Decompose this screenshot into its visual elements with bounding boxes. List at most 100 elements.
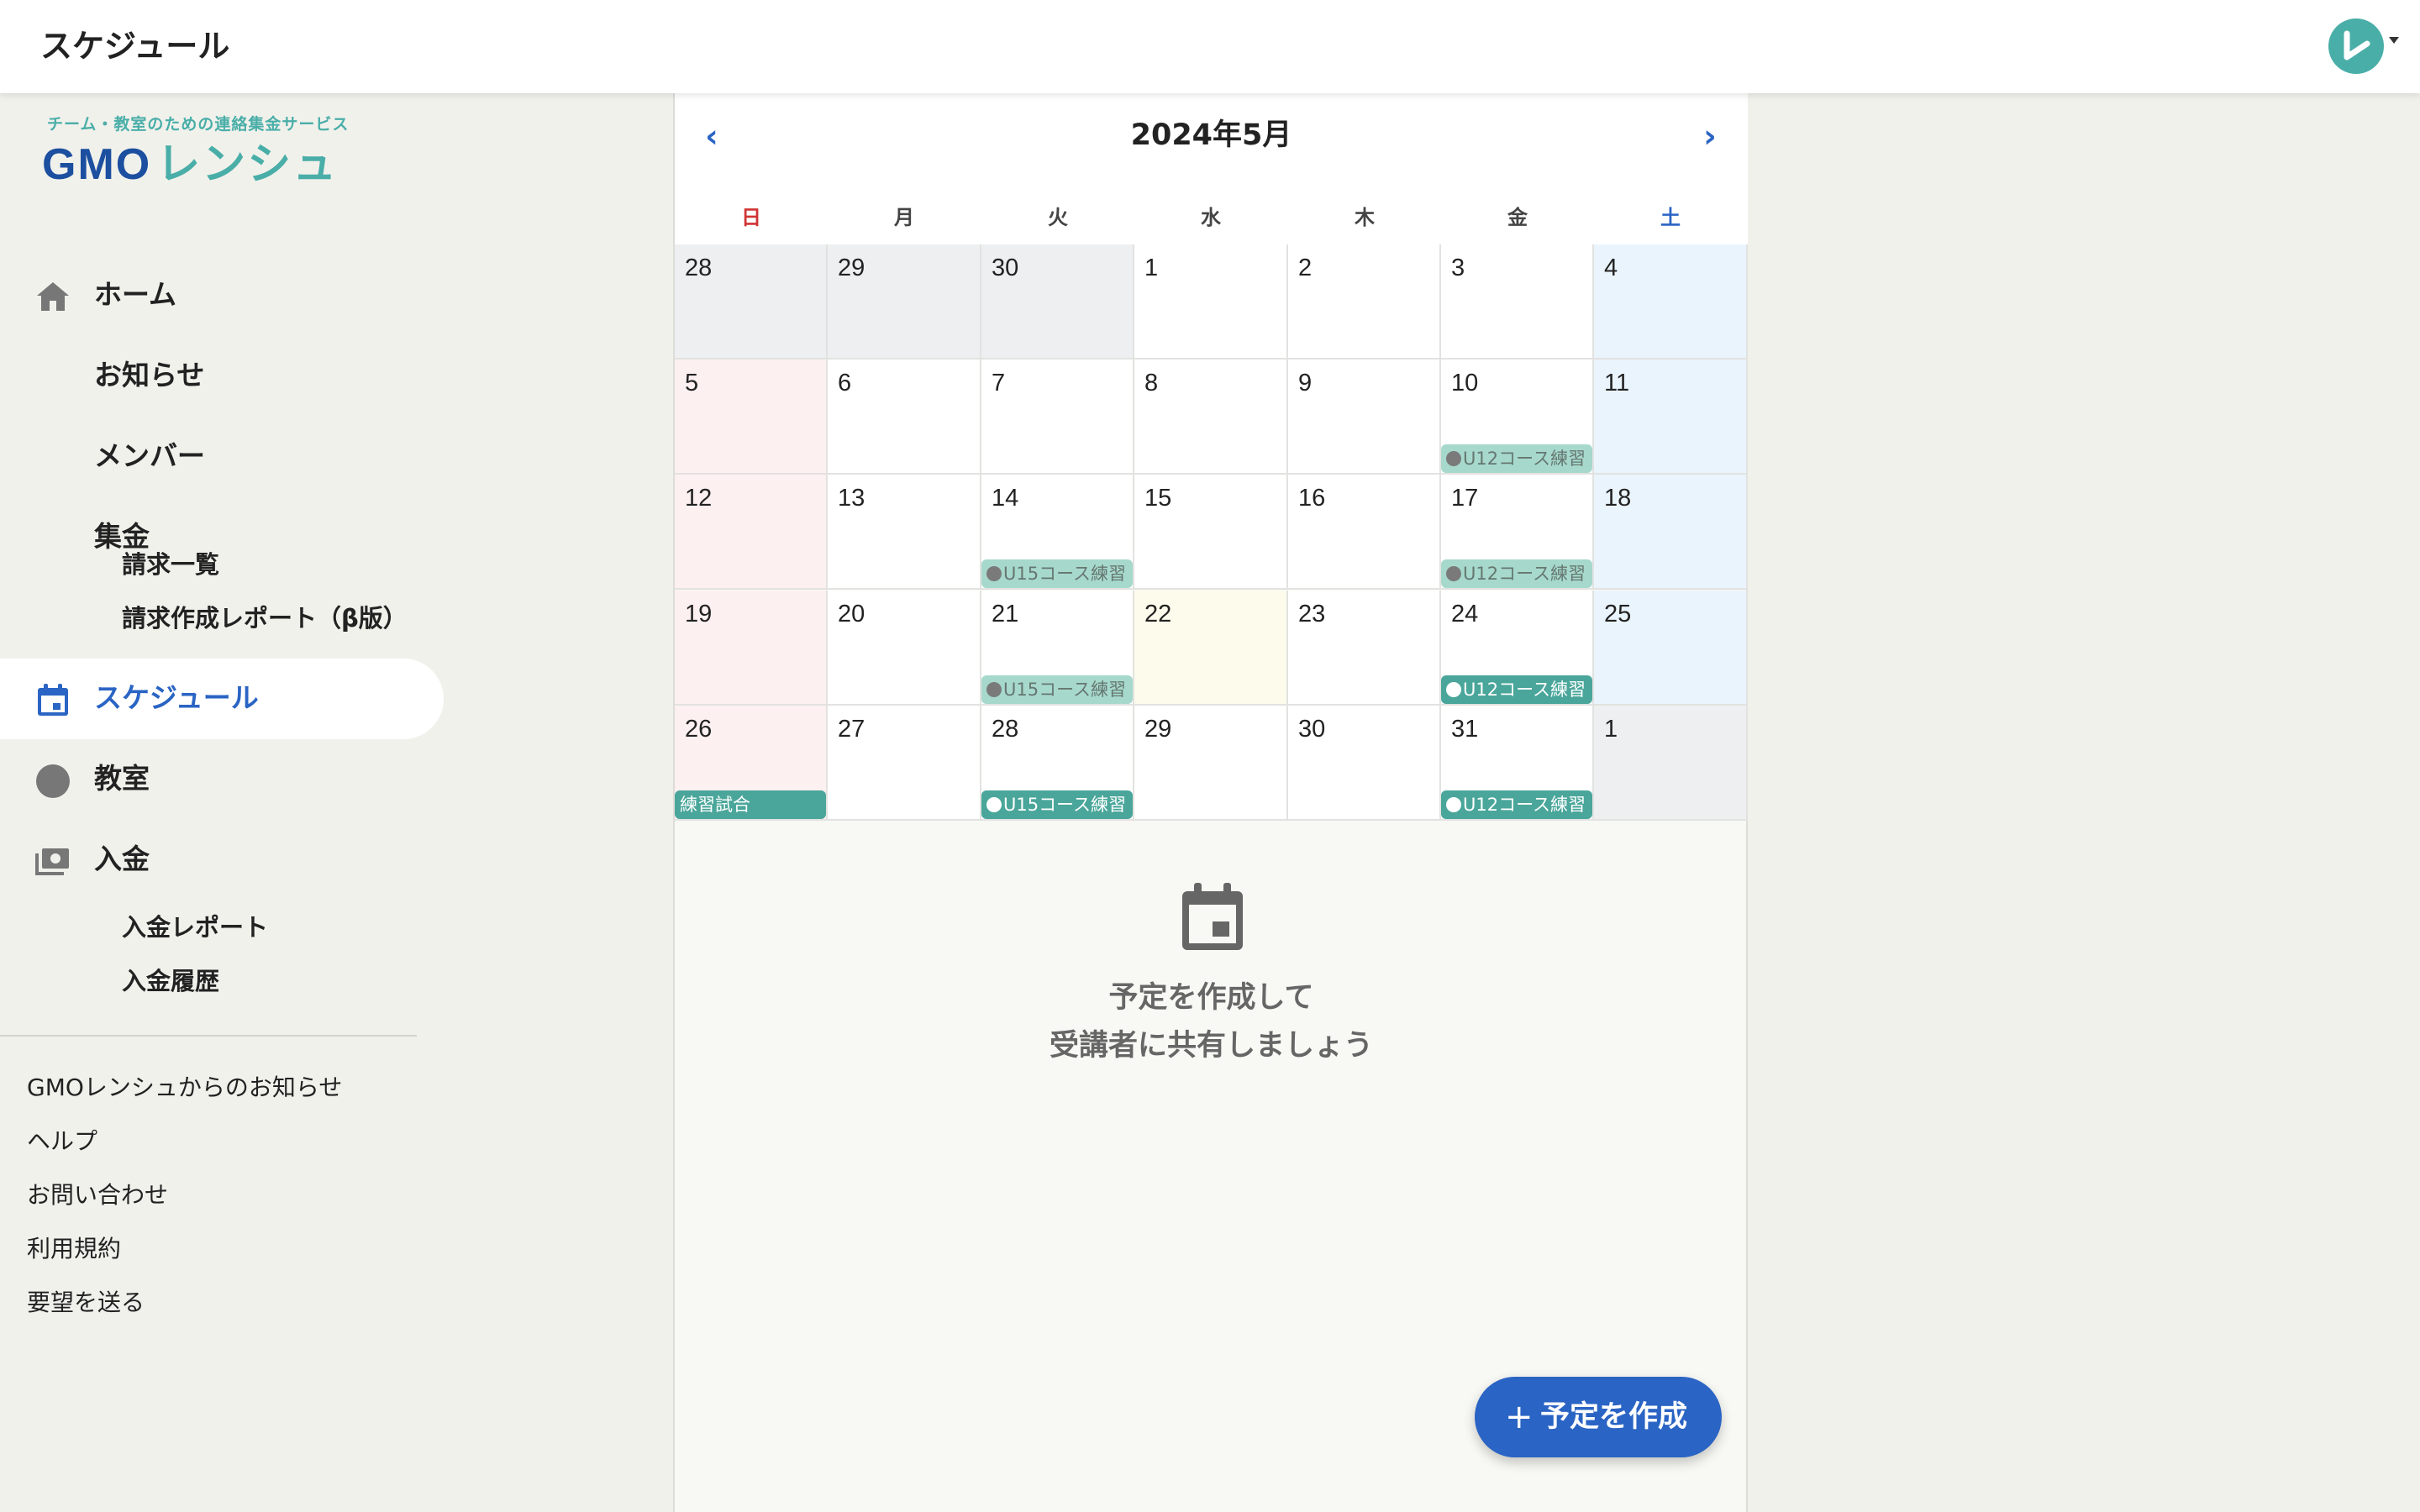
footer-link-terms[interactable]: 利用規約 [27,1232,121,1266]
money-icon [35,848,69,875]
calendar-day-cell[interactable]: 29 [828,244,981,360]
weekday-label: 木 [1355,206,1375,229]
day-number: 13 [838,485,865,512]
brand-logo[interactable]: GMO レンシュ [42,135,338,194]
calendar-event[interactable]: U12コース練習 [1441,675,1592,704]
sidebar-item-schedule[interactable]: スケジュール [0,659,444,739]
day-number: 28 [685,255,713,281]
calendar-day-cell[interactable]: 27 [828,706,981,821]
calendar-day-cell[interactable]: 31 U12コース練習 [1441,706,1594,821]
calendar-day-cell[interactable]: 19 [675,591,828,706]
day-number: 28 [992,716,1019,743]
next-month-button[interactable]: › [1693,115,1727,157]
calendar-day-cell[interactable]: 9 [1288,360,1441,475]
calendar-day-cell[interactable]: 18 [1594,475,1748,590]
calendar-day-cell[interactable]: 28 U15コース練習 [981,706,1134,821]
calendar-day-cell[interactable]: 10 U12コース練習 [1441,360,1594,475]
day-number: 5 [685,370,699,396]
calendar-day-cell[interactable]: 4 [1594,244,1748,360]
day-number: 29 [1144,716,1172,743]
calendar-day-cell[interactable]: 8 [1134,360,1288,475]
calendar-event[interactable]: U12コース練習 [1441,559,1592,588]
calendar-day-cell[interactable]: 1 [1594,706,1748,821]
day-number: 4 [1604,255,1618,281]
event-dot-icon [986,682,1002,697]
calendar-day-cell[interactable]: 26 練習試合 [675,706,828,821]
day-number: 9 [1298,370,1313,396]
footer-link-feedback[interactable]: 要望を送る [27,1286,145,1320]
calendar-day-cell[interactable]: 21 U15コース練習 [981,591,1134,706]
calendar-day-cell[interactable]: 28 [675,244,828,360]
sidebar-item-home[interactable]: ホーム [0,255,444,336]
footer-link-gmo-news[interactable]: GMOレンシュからのお知らせ [27,1071,342,1105]
create-event-button[interactable]: + 予定を作成 [1475,1377,1722,1457]
event-dot-icon [1446,682,1461,697]
calendar-day-cell[interactable]: 2 [1288,244,1441,360]
day-number: 31 [1451,716,1479,743]
calendar-day-cell[interactable]: 3 [1441,244,1594,360]
sidebar-item-label: 教室 [94,762,150,795]
calendar-day-cell[interactable]: 7 [981,360,1134,475]
logo-rensyu: レンシュ [156,139,339,190]
calendar-day-cell[interactable]: 24 U12コース練習 [1441,591,1594,706]
day-number: 15 [1144,485,1172,512]
calendar-day-cell[interactable]: 25 [1594,591,1748,706]
weekday-label: 火 [1048,206,1068,229]
sidebar-item-news[interactable]: お知らせ [0,336,444,417]
calendar-day-cell[interactable]: 16 [1288,475,1441,590]
calendar-day-cell[interactable]: 1 [1134,244,1288,360]
user-avatar[interactable] [2328,18,2384,74]
event-title: U15コース練習 [1003,680,1127,700]
sidebar-subitem-billing-list[interactable]: 請求一覧 [122,548,219,581]
calendar-day-cell[interactable]: 5 [675,360,828,475]
day-number: 2 [1298,255,1313,281]
sidebar-item-classroom[interactable]: 教室 [0,739,444,820]
calendar-event[interactable]: U15コース練習 [981,675,1133,704]
create-event-label: 予定を作成 [1540,1400,1688,1434]
calendar-event[interactable]: 練習試合 [675,790,826,819]
event-dot-icon [1446,797,1461,812]
calendar-day-cell[interactable]: 22 [1134,591,1288,706]
calendar-day-cell[interactable]: 14 U15コース練習 [981,475,1134,590]
sidebar-item-billing[interactable]: 集金 [0,497,444,578]
calendar-day-cell[interactable]: 12 [675,475,828,590]
weekday-label: 水 [1201,206,1221,229]
calendar-day-cell[interactable]: 6 [828,360,981,475]
weekday-label: 金 [1507,206,1528,229]
sidebar-item-deposit[interactable]: 入金 [0,820,444,900]
calendar-day-cell[interactable]: 30 [1288,706,1441,821]
calendar-grid: 28 29 30 1 2 3 4 5 6 7 8 9 10 U12コース練習 11 12 13 14 U15コース練… [675,244,1748,821]
day-number: 30 [1298,716,1326,743]
day-number: 7 [992,370,1006,396]
event-title: U15コース練習 [1003,564,1127,584]
weekday-label: 土 [1660,206,1681,229]
sidebar-subitem-deposit-history[interactable]: 入金履歴 [122,964,219,998]
calendar-day-cell[interactable]: 30 [981,244,1134,360]
schedule-panel: ‹ 2024年5月 › 日月火水木金土 28 29 30 1 2 3 4 5 6 7 8 9 10 U12… [673,93,1748,1512]
calendar-event[interactable]: U15コース練習 [981,559,1133,588]
calendar-event[interactable]: U12コース練習 [1441,444,1592,473]
footer-link-contact[interactable]: お問い合わせ [27,1179,168,1212]
day-number: 1 [1604,716,1618,743]
calendar-day-cell[interactable]: 11 [1594,360,1748,475]
calendar-day-cell[interactable]: 23 [1288,591,1441,706]
calendar-day-cell[interactable]: 29 [1134,706,1288,821]
day-number: 19 [685,601,713,627]
sidebar-item-members[interactable]: メンバー [0,417,444,497]
sidebar-subitem-billing-report[interactable]: 請求作成レポート（β版） [122,601,408,635]
chevron-down-icon[interactable] [2389,37,2399,44]
sidebar-item-label: お知らせ [94,359,205,391]
calendar-day-cell[interactable]: 13 [828,475,981,590]
calendar-day-cell[interactable]: 20 [828,591,981,706]
circle-icon [36,764,70,798]
footer-link-help[interactable]: ヘルプ [27,1125,97,1158]
weekday-label: 日 [741,206,761,229]
empty-state-line2: 受講者に共有しましょう [1049,1029,1373,1063]
calendar-day-cell[interactable]: 15 [1134,475,1288,590]
calendar-icon [38,684,68,716]
calendar-event[interactable]: U12コース練習 [1441,790,1592,819]
logo-gmo: GMO [42,140,152,189]
calendar-event[interactable]: U15コース練習 [981,790,1133,819]
calendar-day-cell[interactable]: 17 U12コース練習 [1441,475,1594,590]
sidebar-subitem-deposit-report[interactable]: 入金レポート [122,911,268,944]
